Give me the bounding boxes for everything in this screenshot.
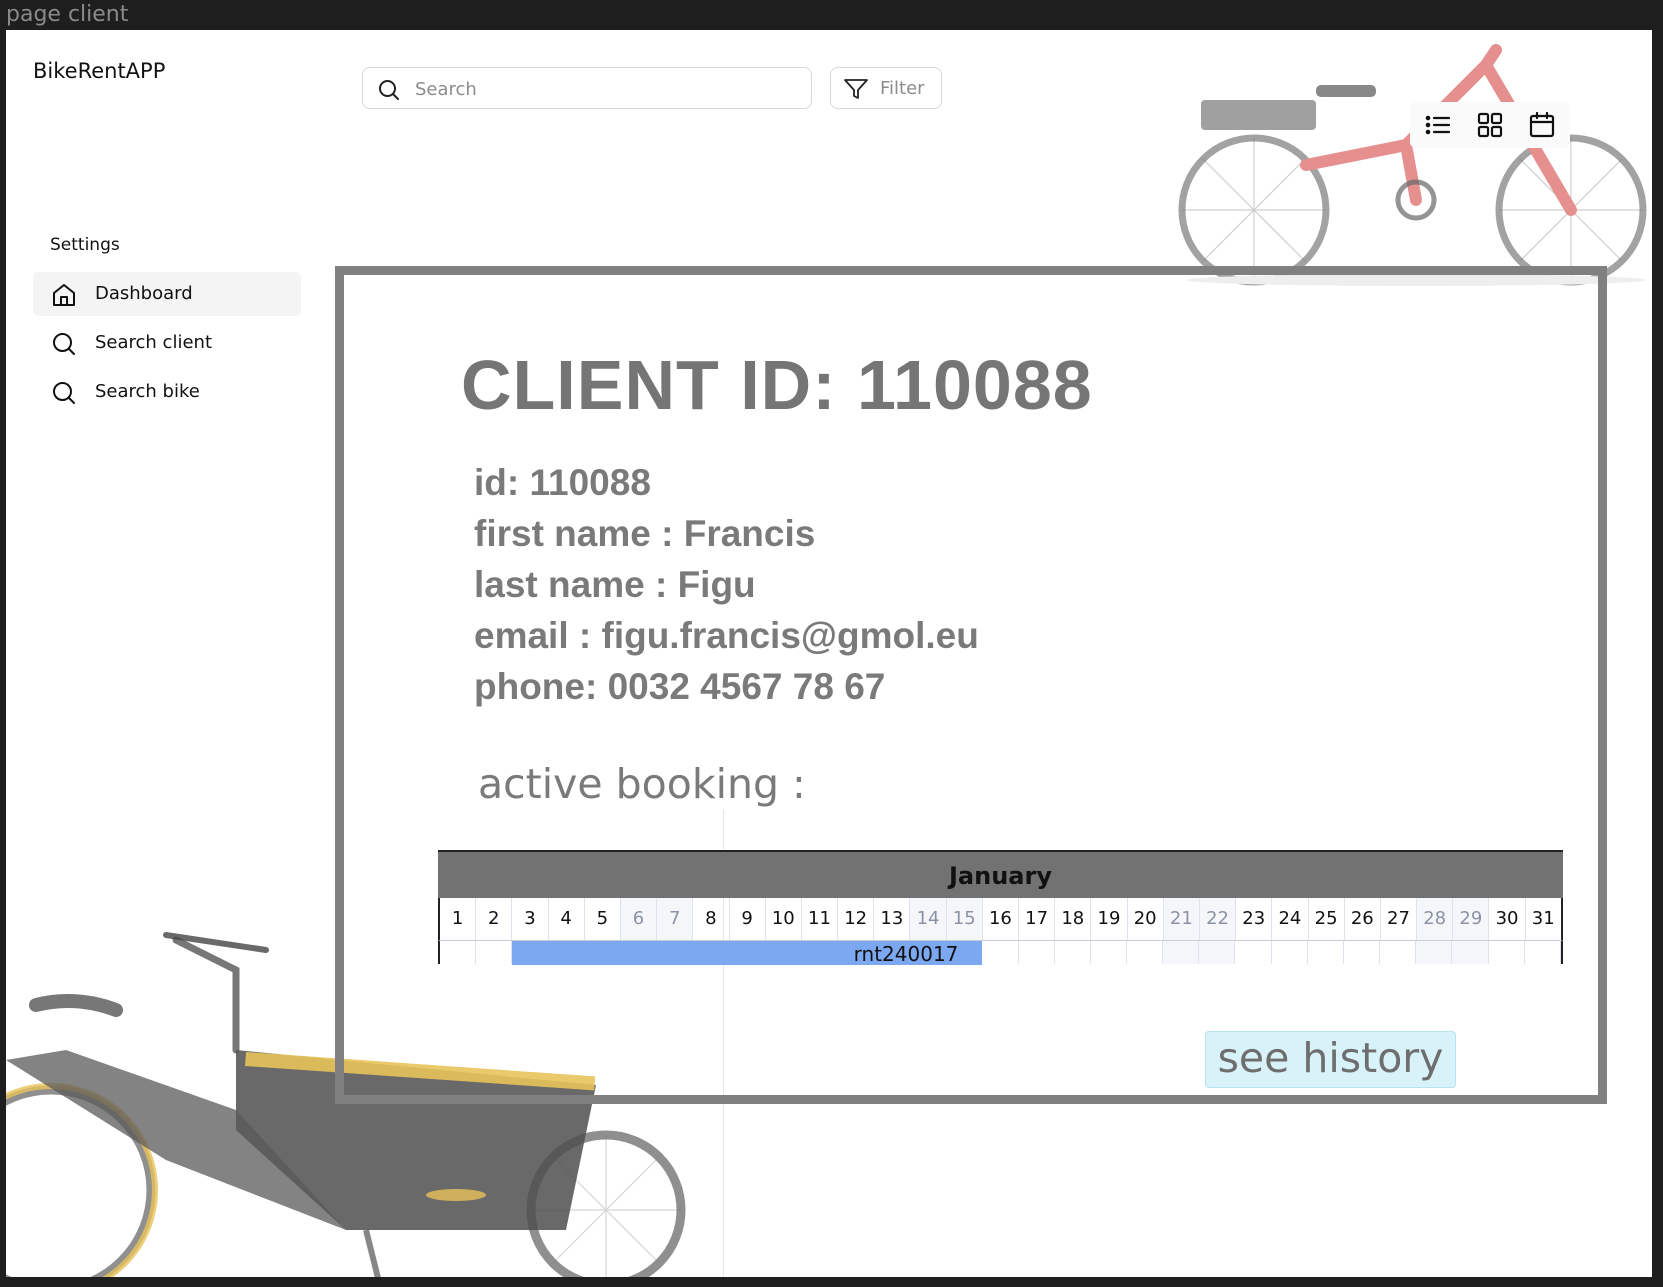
app-brand[interactable]: BikeRentAPP: [33, 59, 165, 83]
calendar-day[interactable]: 14: [910, 898, 947, 940]
sidebar-item-label: Dashboard: [95, 283, 193, 304]
filter-icon: [844, 79, 868, 99]
calendar-cell: [1452, 941, 1489, 964]
view-switcher: [1410, 102, 1570, 148]
calendar-day[interactable]: 4: [549, 898, 585, 940]
calendar-day[interactable]: 15: [946, 898, 983, 940]
filter-button[interactable]: Filter: [830, 67, 942, 109]
search-icon: [53, 382, 75, 404]
client-first-name: first name : Francis: [474, 513, 816, 554]
calendar-day[interactable]: 27: [1381, 898, 1418, 940]
sidebar-section-title: Settings: [50, 235, 120, 255]
calendar-month: January: [438, 850, 1563, 898]
client-phone: phone: 0032 4567 78 67: [474, 666, 886, 707]
calendar-day[interactable]: 9: [730, 898, 766, 940]
active-booking-label: active booking :: [478, 760, 806, 808]
client-title: CLIENT ID: 110088: [461, 346, 1093, 424]
calendar-cell: [1308, 941, 1344, 964]
sidebar-item-label: Search client: [95, 332, 212, 353]
booking-bar[interactable]: rnt240017: [512, 941, 983, 966]
calendar-cell: [1163, 941, 1200, 964]
calendar-day[interactable]: 29: [1453, 898, 1490, 940]
filter-label: Filter: [880, 78, 925, 99]
sidebar-item-dashboard[interactable]: Dashboard: [33, 272, 301, 316]
calendar-day[interactable]: 26: [1345, 898, 1381, 940]
calendar-cell: [1235, 941, 1272, 964]
calendar-day[interactable]: 8: [693, 898, 730, 940]
calendar-day[interactable]: 10: [766, 898, 802, 940]
client-email: email : figu.francis@gmol.eu: [474, 615, 979, 656]
client-last-name: last name : Figu: [474, 564, 756, 605]
calendar-day[interactable]: 2: [476, 898, 513, 940]
calendar-day[interactable]: 24: [1272, 898, 1309, 940]
calendar-day[interactable]: 19: [1091, 898, 1128, 940]
calendar-day[interactable]: 30: [1489, 898, 1526, 940]
page-canvas: BikeRentAPP Filter Settings Dashboard Se…: [6, 30, 1652, 1277]
calendar-day[interactable]: 3: [512, 898, 549, 940]
booking-id: rnt240017: [853, 942, 959, 966]
search-box[interactable]: [362, 67, 812, 109]
calendar-day[interactable]: 22: [1199, 898, 1237, 940]
calendar-cell: [1380, 941, 1417, 964]
calendar-day[interactable]: 6: [620, 898, 658, 940]
calendar-cell: [1489, 941, 1525, 964]
calendar-day[interactable]: 1: [440, 898, 477, 940]
frame-label: page client: [6, 2, 129, 27]
calendar-day[interactable]: 25: [1309, 898, 1345, 940]
calendar-day[interactable]: 18: [1055, 898, 1092, 940]
home-icon: [53, 284, 75, 306]
calendar-booking-row: rnt240017: [438, 940, 1563, 966]
calendar-day[interactable]: 16: [983, 898, 1019, 940]
calendar-day[interactable]: 12: [838, 898, 875, 940]
search-input[interactable]: [413, 75, 797, 103]
calendar-day[interactable]: 5: [585, 898, 621, 940]
calendar-day[interactable]: 21: [1163, 898, 1200, 940]
search-icon: [379, 80, 399, 100]
sidebar-item-label: Search bike: [95, 381, 200, 402]
calendar-day[interactable]: 28: [1417, 898, 1454, 940]
calendar-cell: [1525, 941, 1561, 964]
grid-icon[interactable]: [1474, 110, 1506, 140]
calendar-cell: [1272, 941, 1308, 964]
calendar-day[interactable]: 23: [1236, 898, 1273, 940]
calendar-day[interactable]: 11: [802, 898, 839, 940]
folding-bike-image: [1178, 44, 1647, 286]
booking-calendar: January 1 2 3 4 5 6 7 8 9 10 11 12 13 14 15 16 17 18 19 20 2…: [438, 850, 1563, 966]
calendar-cell: [1055, 941, 1091, 964]
calendar-cell: [440, 941, 477, 964]
client-id: id: 110088: [474, 462, 651, 503]
see-history-button[interactable]: see history: [1205, 1031, 1456, 1088]
calendar-cell: [476, 941, 513, 964]
calendar-day[interactable]: 13: [874, 898, 911, 940]
calendar-day[interactable]: 17: [1019, 898, 1056, 940]
calendar-cell: [1344, 941, 1381, 964]
calendar-cell: [1091, 941, 1127, 964]
search-icon: [53, 333, 75, 355]
calendar-icon[interactable]: [1526, 110, 1558, 140]
calendar-cell: [1199, 941, 1236, 964]
calendar-day[interactable]: 31: [1526, 898, 1561, 940]
calendar-day[interactable]: 20: [1128, 898, 1164, 940]
sidebar-item-search-client[interactable]: Search client: [33, 321, 301, 365]
calendar-day[interactable]: 7: [657, 898, 694, 940]
calendar-cell: [1416, 941, 1453, 964]
calendar-days-row: 1 2 3 4 5 6 7 8 9 10 11 12 13 14 15 16 17 18 19 20 21 22 23 24 2…: [438, 898, 1563, 940]
calendar-cell: [1127, 941, 1164, 964]
list-icon[interactable]: [1422, 110, 1454, 140]
calendar-cell: [1019, 941, 1055, 964]
calendar-cell: [982, 941, 1019, 964]
sidebar-item-search-bike[interactable]: Search bike: [33, 370, 301, 414]
